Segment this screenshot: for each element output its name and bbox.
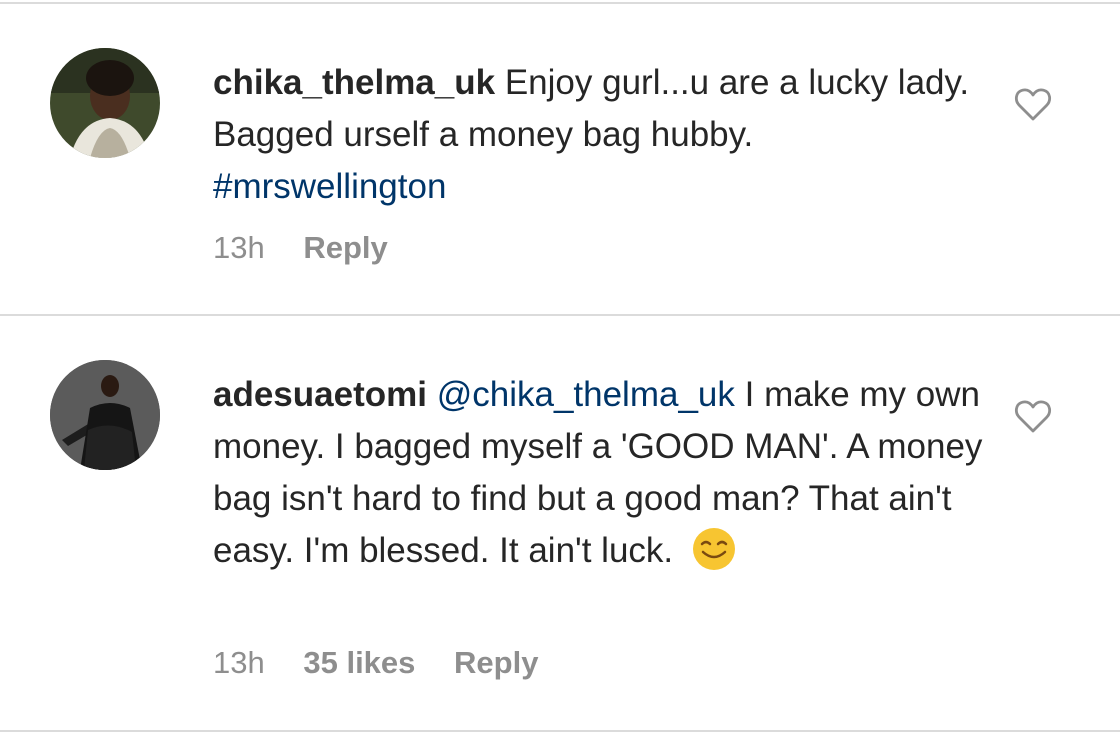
reply-button[interactable]: Reply [454,645,538,680]
comment-mention[interactable]: @chika_thelma_uk [437,375,735,414]
heart-outline-icon[interactable] [1013,86,1053,122]
smiling-face-emoji [692,528,735,570]
comment-meta: 13h Reply [213,230,418,266]
avatar[interactable] [50,360,160,470]
likes-count[interactable]: 35 likes [303,645,415,680]
comment-divider [0,314,1120,316]
comment-username[interactable]: adesuaetomi [213,375,427,414]
avatar-photo [50,360,160,470]
bottom-divider [0,730,1120,732]
heart-outline-icon[interactable] [1013,398,1053,434]
comment-meta: 13h 35 likes Reply [213,645,568,681]
top-divider [0,2,1120,4]
avatar[interactable] [50,48,160,158]
comment-body: adesuaetomi @chika_thelma_uk I make my o… [213,369,993,577]
comment-body: chika_thelma_uk Enjoy gurl...u are a luc… [213,57,993,213]
comment-time: 13h [213,645,265,680]
avatar-photo [50,48,160,158]
comment-hashtag[interactable]: #mrswellington [213,167,446,206]
reply-button[interactable]: Reply [303,230,387,265]
comment-username[interactable]: chika_thelma_uk [213,63,495,102]
comment-time: 13h [213,230,265,265]
